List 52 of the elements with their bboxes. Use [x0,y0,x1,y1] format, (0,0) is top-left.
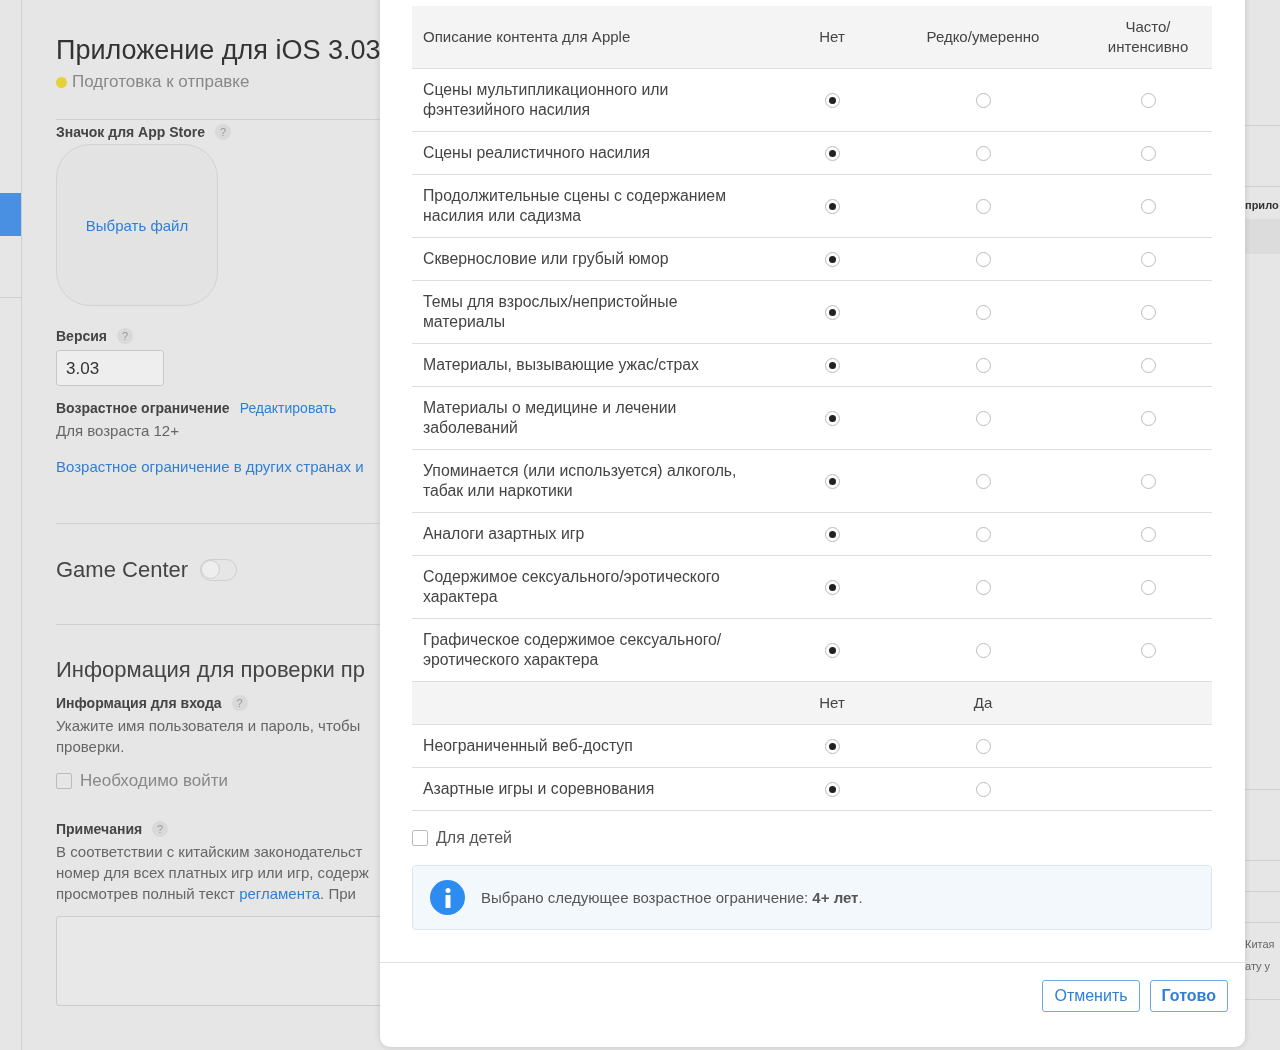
done-button[interactable]: Готово [1149,980,1228,1012]
info-text: Выбрано следующее возрастное ограничение: 4+ лет. [481,889,863,906]
status-text: Подготовка к отправке [72,72,250,92]
table-cell-text: Сквернословие или грубый юмор [422,249,670,269]
help-icon[interactable]: ? [214,124,231,140]
help-icon[interactable]: ? [231,695,248,711]
age-rating-text: Для возраста 12+ [56,421,179,441]
help-icon[interactable]: ? [152,821,169,837]
field-label: Значок для App Store [56,124,205,140]
section-title: Информация для проверки пр [56,657,365,683]
description-text: Китая ату у [1245,937,1276,974]
table-cell-text: Темы для взрослых/непристойные материалы [422,292,679,332]
edit-link[interactable]: Редактировать [239,400,337,416]
checkbox[interactable] [412,830,428,846]
field-label: прило [1245,199,1280,213]
help-icon[interactable]: ? [117,328,133,344]
field-label: Версия [56,328,107,344]
choose-file-link[interactable]: Выбрать файл [85,216,189,234]
column-header: Нет [818,693,846,713]
page-title: Приложение для iOS 3.03 [56,35,381,66]
table-cell-text: Продолжительные сцены с содержанием насилия или садизма [422,186,728,226]
table-cell-text: Материалы о медицине и лечении заболеваний [422,398,678,438]
table-cell-text: Сцены реалистичного насилия [422,143,652,163]
table-cell-text: Упоминается (или используется) алкоголь, табак или наркотики [422,461,738,501]
column-header: Часто/ интенсивно [1106,17,1190,57]
field-label: Примечания [56,821,143,837]
column-header: Редко/умеренно [925,27,1041,47]
other-countries-link[interactable]: Возрастное ограничение в других странах и [56,458,364,475]
section-title: Game Center [56,557,189,583]
field-label: Возрастное ограничение [56,400,230,416]
column-header: Нет [818,27,846,47]
version-field[interactable]: 3.03 [56,350,164,386]
column-header: Да [972,693,994,713]
table-cell-text: Содержимое сексуального/эротического характера [422,567,721,607]
checkbox-label: Для детей [436,829,512,847]
checkbox-label: Необходимо войти [80,771,229,791]
checkbox[interactable] [56,773,72,789]
table-cell-text: Материалы, вызывающие ужас/страх [422,355,700,375]
icon-drop-area[interactable]: Выбрать файл [56,144,218,306]
sidebar-item[interactable] [0,193,21,236]
table-cell-text: Графическое содержимое сексуального/ эротического характера [422,630,723,670]
field-label: Информация для входа [56,695,222,711]
table-cell-text: Азартные игры и соревнования [422,779,656,799]
table-cell-text: Аналоги азартных игр [422,524,586,544]
column-header: Описание контента для Apple [422,27,632,47]
description-text: Укажите имя пользователя и пароль, чтобы проверки. [56,716,361,757]
notes-text: В соответствии с китайским законодательст номер для всех платных игр или игр, содерж просмотрев полный текст регламента. При [56,842,369,904]
status-dot-icon [56,76,67,88]
info-icon [430,880,465,915]
table-cell-text: Сцены мультипликационного или фэнтезийного насилия [422,80,670,120]
table-cell-text: Неограниченный веб-доступ [422,736,634,756]
cancel-button[interactable]: Отменить [1042,980,1140,1012]
